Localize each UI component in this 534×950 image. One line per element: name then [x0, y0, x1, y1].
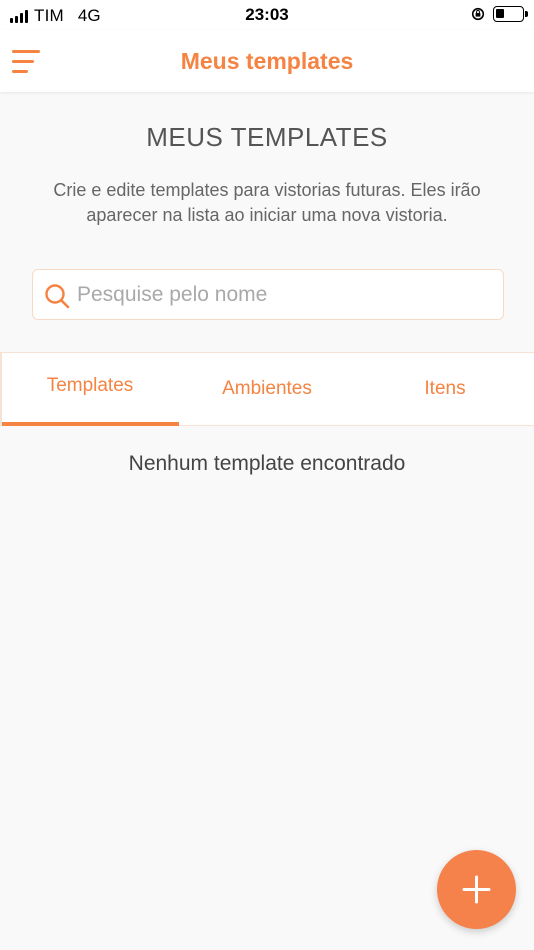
- search-input[interactable]: [77, 278, 493, 312]
- status-right: [471, 6, 528, 22]
- app-screen: TIM 4G 23:03 Meus templates MEUS TEMPLAT…: [0, 0, 534, 950]
- plus-icon: [462, 875, 491, 904]
- tab-bar: Templates Ambientes Itens: [0, 352, 534, 426]
- app-header: Meus templates: [0, 30, 534, 92]
- status-bar: TIM 4G 23:03: [0, 0, 534, 30]
- tab-ambientes-label: Ambientes: [222, 378, 312, 399]
- tab-ambientes[interactable]: Ambientes: [178, 353, 356, 425]
- page-title: MEUS TEMPLATES: [146, 122, 388, 152]
- search-icon: [45, 284, 70, 309]
- tab-itens[interactable]: Itens: [356, 353, 534, 425]
- header-title: Meus templates: [180, 48, 354, 74]
- search-box[interactable]: [32, 269, 504, 320]
- tab-itens-label: Itens: [424, 378, 466, 399]
- status-time: 23:03: [245, 5, 289, 24]
- tab-templates-label: Templates: [46, 375, 134, 396]
- empty-state-message: Nenhum template encontrado: [128, 452, 406, 475]
- active-tab-indicator: [2, 422, 179, 426]
- page-description: Crie e edite templates para vistorias fu…: [53, 180, 481, 225]
- add-template-button[interactable]: [437, 850, 516, 929]
- battery-icon: [493, 6, 528, 22]
- orientation-lock-icon: [471, 7, 485, 21]
- tab-templates[interactable]: Templates: [0, 353, 178, 425]
